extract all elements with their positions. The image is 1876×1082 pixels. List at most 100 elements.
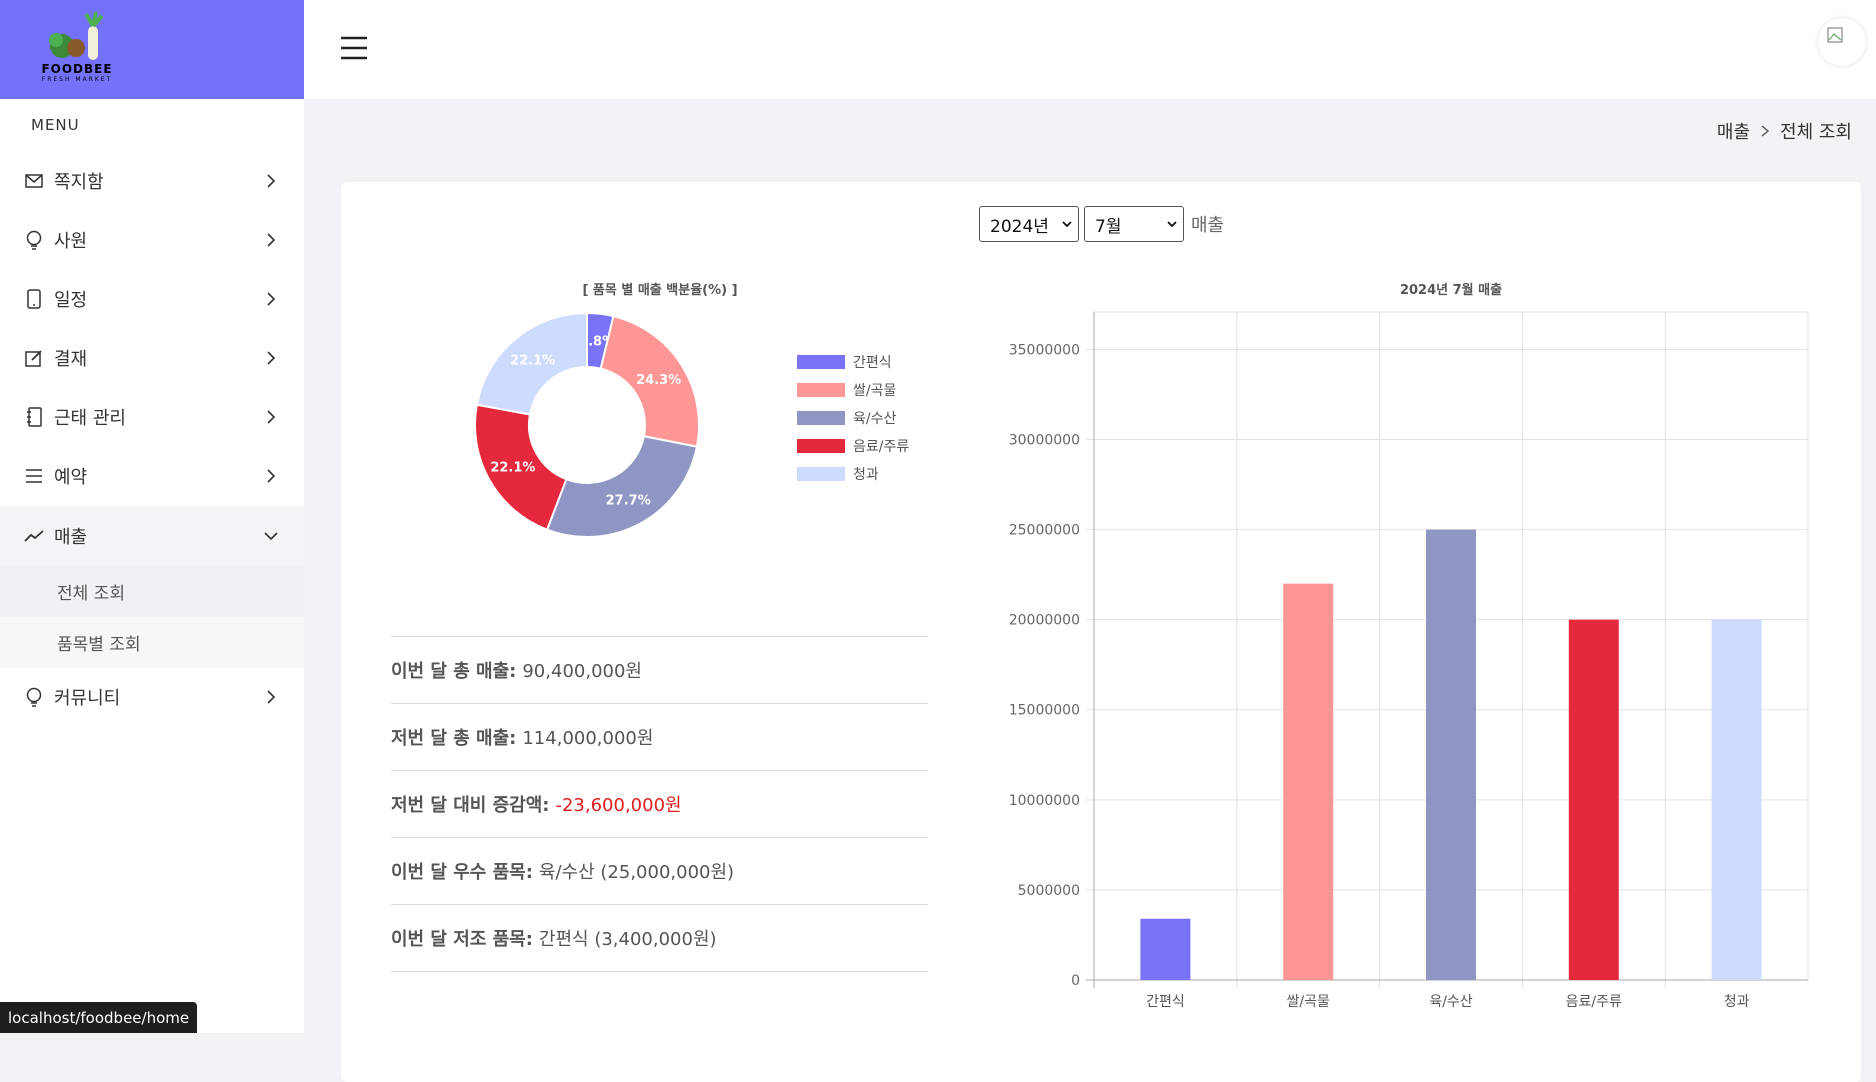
bar [1283,583,1334,980]
bulb-icon [24,687,44,707]
stat-key: 저번 달 총 매출: [391,728,517,749]
sidebar-item-approval[interactable]: 결재 [0,329,304,387]
year-select-value: 2024년 [990,216,1049,237]
hamburger-menu-icon[interactable] [340,36,368,60]
legend-label: 간편식 [853,355,892,371]
bar [1426,529,1476,980]
sidebar-item-label: 사원 [54,231,88,252]
x-tick-label: 음료/주류 [1566,994,1622,1010]
legend-label: 육/수산 [853,411,896,427]
sidebar-item-reservation[interactable]: 예약 [0,447,304,505]
breadcrumb-current: 전체 조회 [1780,122,1852,143]
logo-image [49,12,104,60]
breadcrumb-parent[interactable]: 매출 [1717,118,1750,144]
sidebar-item-label: 근태 관리 [54,408,126,429]
brand-tagline: FRESH MARKET [41,76,113,83]
stat-value: 육/수산 (25,000,000원) [538,862,735,883]
pie-title: [ 품목 별 매출 백분율(%) ] [582,282,737,298]
sidebar-item-sales[interactable]: 매출 [0,506,304,566]
logo[interactable]: FOODBEE FRESH MARKET [0,0,304,99]
x-tick-label: 간편식 [1146,994,1185,1010]
stats-list: 이번 달 총 매출: 90,400,000원 저번 달 총 매출: 114,00… [391,636,928,972]
sidebar-item-label: 예약 [54,467,88,488]
pie-slice-label: 22.1% [510,354,555,369]
stat-value: 114,000,000원 [522,728,654,749]
legend-label: 음료/주류 [853,439,909,455]
x-tick-label: 쌀/곡물 [1287,994,1330,1010]
sidebar-item-community[interactable]: 커뮤니티 [0,668,304,726]
pie-slice-label: 27.7% [606,493,651,508]
edit-icon [24,348,44,368]
stat-row: 저번 달 총 매출: 114,000,000원 [391,703,928,770]
chevron-right-icon [267,690,276,704]
sidebar-item-label: 일정 [54,290,88,311]
list-icon [24,466,44,486]
stat-value: 간편식 (3,400,000원) [538,929,717,950]
chevron-right-icon [267,174,276,188]
bar [1568,619,1619,980]
y-tick-label: 35000000 [1009,342,1080,358]
notebook-icon [24,407,44,427]
sidebar-subitem-by-item[interactable]: 품목별 조회 [0,617,304,668]
sidebar-item-label: 쪽지함 [54,172,104,193]
sidebar-subitem-all[interactable]: 전체 조회 [0,566,304,617]
bar [1711,619,1762,980]
year-select[interactable]: 2024년 [979,206,1079,242]
pie-chart: [ 품목 별 매출 백분율(%) ]3.8%24.3%27.7%22.1%22.… [474,282,909,538]
legend-label: 청과 [853,467,879,483]
bar-chart-title: 2024년 7월 매출 [1400,282,1502,298]
y-tick-label: 30000000 [1009,432,1080,448]
x-tick-label: 육/수산 [1429,994,1472,1010]
sidebar-item-attendance[interactable]: 근태 관리 [0,388,304,446]
month-select[interactable]: 7월 [1084,206,1184,242]
chevron-down-icon [1062,221,1072,228]
legend-swatch [797,439,845,453]
legend-swatch [797,383,845,397]
y-tick-label: 20000000 [1009,613,1080,629]
phone-icon [24,289,44,309]
sidebar: FOODBEE FRESH MARKET MENU 쪽지함 사원 일정 결재 근… [0,0,304,1033]
y-tick-label: 0 [1071,973,1080,989]
bar-chart: 2024년 7월 매출 0 5000000 10000000 15000000 20000… [1009,282,1809,1010]
menu-title: MENU [31,116,80,134]
stat-key: 이번 달 총 매출: [391,661,517,682]
breadcrumb: 매출 전체 조회 [1717,118,1852,144]
chart-line-icon [24,526,44,546]
chevron-right-icon [1761,125,1770,137]
legend-swatch [797,467,845,481]
y-tick-label: 25000000 [1009,523,1080,539]
sidebar-item-employees[interactable]: 사원 [0,211,304,269]
chevron-down-icon [1167,221,1177,228]
x-tick-label: 청과 [1724,994,1750,1010]
sidebar-item-messages[interactable]: 쪽지함 [0,152,304,210]
bar [1140,918,1191,980]
y-tick-label: 15000000 [1009,703,1080,719]
chevron-right-icon [267,233,276,247]
stat-key: 이번 달 저조 품목: [391,929,533,950]
sidebar-item-label: 매출 [54,527,88,548]
sidebar-item-label: 커뮤니티 [54,688,121,709]
stat-value: 90,400,000원 [522,661,642,682]
topbar [304,0,1876,99]
sidebar-item-label: 결재 [54,349,88,370]
avatar[interactable] [1818,18,1866,66]
chevron-right-icon [267,410,276,424]
chevron-right-icon [267,351,276,365]
sidebar-item-schedule[interactable]: 일정 [0,270,304,328]
y-tick-label: 10000000 [1009,793,1080,809]
chevron-down-icon [264,532,278,541]
legend-swatch [797,355,845,369]
broken-image-icon [1827,27,1843,43]
chevron-right-icon [267,469,276,483]
status-bar-url: localhost/foodbee/home [0,1002,198,1033]
brand-name: FOODBEE [41,62,113,76]
chevron-right-icon [267,292,276,306]
y-tick-label: 5000000 [1018,883,1080,899]
legend-label: 쌀/곡물 [853,383,896,399]
pie-slice-label: 22.1% [490,461,535,476]
pie-slice-2 [545,435,699,538]
month-select-value: 7월 [1095,216,1122,237]
pie-slice-label: 24.3% [636,373,681,388]
stat-key: 저번 달 대비 증감액: [391,795,550,816]
mail-icon [24,171,44,191]
